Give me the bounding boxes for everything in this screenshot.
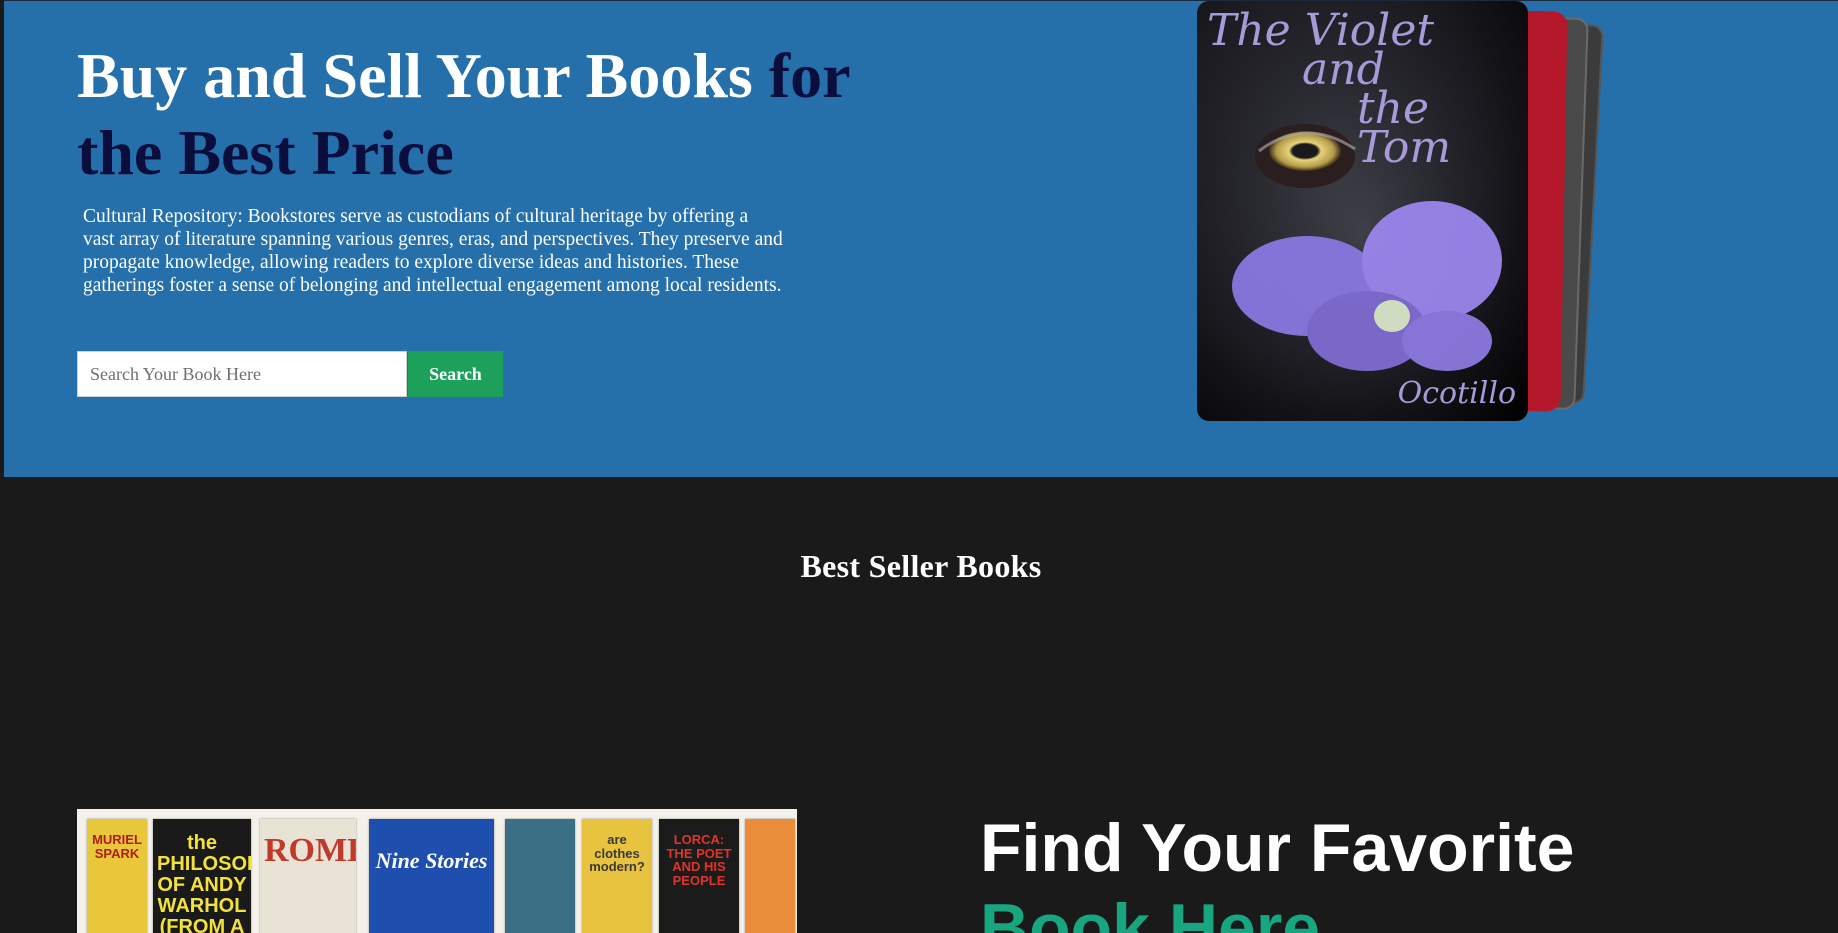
- find-title-accent: Book Here: [980, 890, 1321, 933]
- find-title-main: Find Your Favorite: [980, 810, 1575, 886]
- cover-author: Ocotillo: [1397, 376, 1516, 411]
- featured-book-cover[interactable]: The Violet and the Tom Ocotillo: [1197, 1, 1528, 421]
- cover-title: The Violet and the Tom: [1197, 9, 1528, 173]
- hero-description: Cultural Repository: Bookstores serve as…: [83, 206, 783, 296]
- collage-book-cover: LORCA: THE POET AND HIS PEOPLE: [659, 819, 739, 933]
- best-seller-heading: Best Seller Books: [0, 548, 1838, 585]
- collage-book-cover: [745, 819, 795, 933]
- collage-book-cover: [505, 819, 575, 933]
- featured-book-stack[interactable]: The Violet and the Tom Ocotillo: [1194, 1, 1604, 426]
- search-input[interactable]: [77, 351, 407, 397]
- cover-title-line: the Tom: [1357, 83, 1452, 173]
- best-seller-heading-text: Best Seller Books: [800, 548, 1042, 584]
- collage-book-cover: Nine Stories: [369, 819, 494, 933]
- books-collage: MURIEL SPARKthe PHILOSOPHY OF ANDY WARHO…: [77, 809, 797, 933]
- hero-section: Buy and Sell Your Books for the Best Pri…: [4, 0, 1838, 477]
- collage-book-cover: MURIEL SPARK: [87, 819, 147, 933]
- collage-book-cover: the PHILOSOPHY OF ANDY WARHOL (FROM A TO…: [153, 819, 251, 933]
- collage-book-cover: are clothes modern?: [582, 819, 652, 933]
- hero-title: Buy and Sell Your Books for the Best Pri…: [77, 37, 937, 191]
- search-bar: Search: [77, 351, 503, 397]
- hero-title-main: Buy and Sell Your Books: [77, 40, 769, 111]
- find-favorite-heading: Find Your Favorite Book Here: [980, 808, 1780, 933]
- search-button[interactable]: Search: [408, 351, 503, 397]
- collage-book-cover: ROME: [260, 819, 356, 933]
- books-collage-image: MURIEL SPARKthe PHILOSOPHY OF ANDY WARHO…: [77, 809, 797, 933]
